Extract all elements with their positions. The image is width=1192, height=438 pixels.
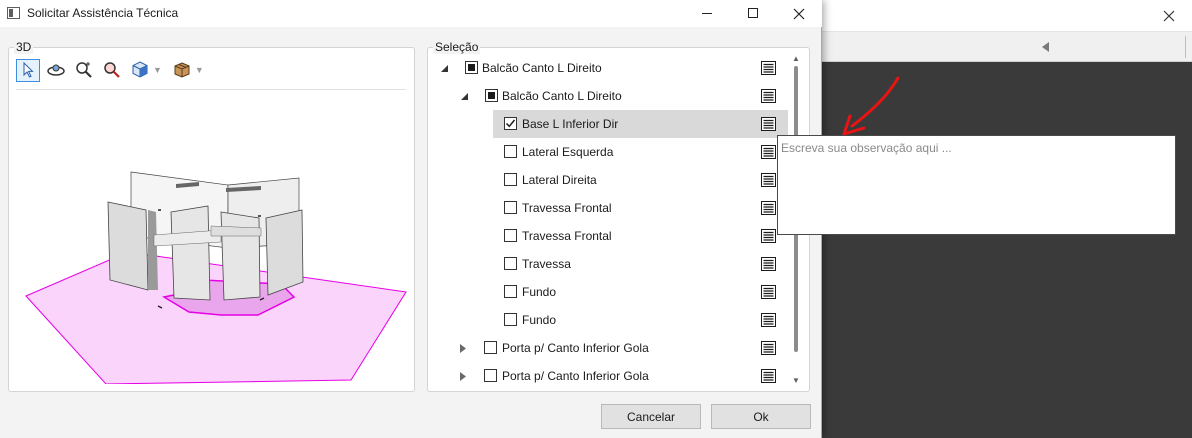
note-list-icon[interactable] [760, 116, 776, 131]
dialog-titlebar: Solicitar Assistência Técnica [0, 0, 822, 27]
tree-checkbox[interactable] [504, 285, 517, 298]
tree-item-label: Porta p/ Canto Inferior Gola [502, 341, 649, 355]
note-list-icon[interactable] [760, 60, 776, 75]
tree-item-label: Lateral Esquerda [522, 145, 614, 159]
selection-group-label: Seleção [433, 40, 481, 54]
note-list-icon[interactable] [760, 228, 776, 243]
tree-item-label: Travessa [522, 257, 571, 271]
tree-item-label: Fundo [522, 285, 557, 299]
view-cube-icon [132, 61, 148, 78]
tree-item-label: Travessa Frontal [522, 201, 612, 215]
expanded-icon[interactable] [459, 91, 469, 101]
tree-item[interactable]: Lateral Esquerda [493, 138, 788, 166]
orbit-icon [47, 64, 65, 76]
note-list-icon[interactable] [760, 256, 776, 271]
dialog-title: Solicitar Assistência Técnica [27, 6, 179, 20]
assistance-dialog: Solicitar Assistência Técnica 3D ▼ ▼ Sel… [0, 0, 822, 438]
close-icon [1163, 10, 1175, 22]
tree-checkbox-checked[interactable] [504, 117, 517, 130]
view3d-toolbar: ▼ ▼ [16, 58, 212, 82]
note-list-icon[interactable] [760, 340, 776, 355]
tree-item-selected[interactable]: Base L Inferior Dir [493, 110, 788, 138]
select-tool-button[interactable] [16, 58, 40, 82]
expanded-icon[interactable] [439, 63, 449, 73]
tree-item-label: Balcão Canto L Direito [502, 89, 622, 103]
note-list-icon[interactable] [760, 312, 776, 327]
tree-checkbox[interactable] [504, 229, 517, 242]
annotation-arrow-icon [842, 76, 900, 136]
tree-checkbox[interactable] [484, 369, 497, 382]
tree-checkbox[interactable] [504, 173, 517, 186]
select-arrow-icon [23, 62, 34, 78]
scroll-up-icon[interactable]: ▲ [792, 54, 800, 63]
cancel-button[interactable]: Cancelar [601, 404, 701, 429]
tree-item[interactable]: Porta p/ Canto Inferior Gola [428, 334, 788, 362]
minimize-button[interactable] [684, 0, 730, 27]
box-icon [174, 62, 190, 78]
tree-item[interactable]: Travessa Frontal [493, 222, 788, 250]
chevron-down-icon[interactable]: ▼ [195, 65, 204, 75]
tree-item-label: Fundo [522, 313, 557, 327]
tree-checkbox[interactable] [465, 61, 478, 74]
tree-checkbox[interactable] [504, 145, 517, 158]
app-icon [7, 7, 20, 19]
tree-item[interactable]: Travessa [493, 250, 788, 278]
zoom-button[interactable] [100, 59, 124, 82]
collapsed-icon[interactable] [458, 371, 468, 381]
toolbar-separator [16, 89, 406, 90]
close-button[interactable] [776, 0, 822, 27]
tree-item[interactable]: Fundo [493, 278, 788, 306]
maximize-icon [747, 8, 758, 18]
zoom-extents-icon [76, 62, 92, 78]
tree-checkbox[interactable] [485, 89, 498, 102]
observation-popup [777, 135, 1176, 235]
tree-item[interactable]: Travessa Frontal [493, 194, 788, 222]
tree-item-label: Base L Inferior Dir [522, 117, 619, 131]
zoom-icon [104, 62, 120, 78]
ok-button[interactable]: Ok [711, 404, 811, 429]
note-list-icon[interactable] [760, 172, 776, 187]
scroll-down-icon[interactable]: ▼ [792, 376, 800, 385]
view3d-group-label: 3D [14, 40, 34, 54]
tree-item-label: Porta p/ Canto Inferior Gola [502, 369, 649, 383]
minimize-icon [701, 13, 712, 14]
maximize-button[interactable] [730, 0, 776, 27]
chevron-down-icon[interactable]: ▼ [153, 65, 162, 75]
tree-item-label: Travessa Frontal [522, 229, 612, 243]
checkmark-icon [505, 119, 516, 128]
background-close-button[interactable] [1154, 4, 1184, 28]
note-list-icon[interactable] [760, 284, 776, 299]
close-icon [793, 8, 805, 19]
tree-checkbox[interactable] [504, 257, 517, 270]
tree-item[interactable]: Fundo [493, 306, 788, 334]
box-view-button[interactable] [170, 59, 194, 82]
tree-item[interactable]: Lateral Direita [493, 166, 788, 194]
3d-viewport[interactable] [16, 140, 408, 384]
tree-checkbox[interactable] [504, 313, 517, 326]
background-toolbar [820, 32, 1192, 62]
collapsed-icon[interactable] [458, 343, 468, 353]
tree-checkbox[interactable] [504, 201, 517, 214]
observation-input[interactable] [781, 139, 1171, 157]
toolbar-divider [1185, 36, 1186, 58]
tree-item-label: Balcão Canto L Direito [482, 61, 602, 75]
tree-item-label: Lateral Direita [522, 173, 597, 187]
note-list-icon[interactable] [760, 88, 776, 103]
zoom-extents-button[interactable] [72, 59, 96, 82]
tree-item[interactable]: Porta p/ Canto Inferior Gola [428, 362, 788, 390]
tree-item[interactable]: Balcão Canto L Direito [428, 54, 788, 82]
scroll-left-icon[interactable] [1040, 40, 1052, 54]
tree-item[interactable]: Balcão Canto L Direito [428, 82, 788, 110]
orbit-tool-button[interactable] [44, 59, 68, 82]
note-list-icon[interactable] [760, 368, 776, 383]
note-list-icon[interactable] [760, 144, 776, 159]
tree-checkbox[interactable] [484, 341, 497, 354]
view-cube-button[interactable] [128, 59, 152, 82]
note-list-icon[interactable] [760, 200, 776, 215]
